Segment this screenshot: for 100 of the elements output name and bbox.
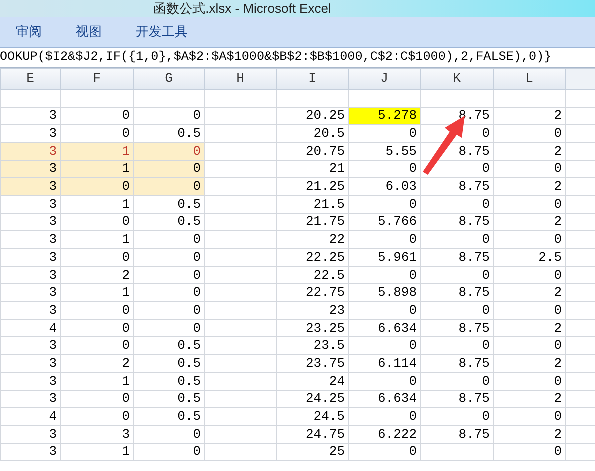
table-cell[interactable]: 3 [0,266,60,284]
table-cell[interactable]: 23.25 [276,319,348,337]
table-cell[interactable]: 8.75 [420,354,494,372]
table-cell[interactable]: 21.25 [276,178,348,196]
column-header[interactable]: J [348,68,420,89]
table-cell[interactable]: 3 [0,178,60,196]
table-cell[interactable]: 0 [420,195,494,214]
table-cell[interactable]: 3 [0,124,60,142]
table-cell[interactable]: 21.75 [276,213,348,231]
table-cell[interactable]: 22 [276,230,348,248]
table-cell[interactable]: 0 [134,248,204,266]
table-cell[interactable]: 0 [134,107,204,125]
table-cell[interactable]: 0 [134,142,204,160]
table-cell[interactable]: 2 [494,142,566,160]
table-cell[interactable]: 4 [0,408,60,426]
table-cell[interactable]: 2 [494,319,566,337]
table-cell[interactable]: 3 [0,390,60,408]
table-cell[interactable]: 0 [420,336,494,355]
table-cell[interactable]: 0.5 [134,408,204,426]
table-cell[interactable]: 3 [0,302,60,320]
table-cell[interactable]: 0 [60,390,134,408]
table-cell[interactable]: 0 [494,124,566,142]
table-cell[interactable]: 0 [60,107,134,125]
column-header[interactable]: L [494,68,566,89]
table-cell[interactable]: 22.75 [276,284,348,302]
table-cell[interactable]: 6.222 [348,425,420,444]
table-cell[interactable]: 0.5 [134,354,204,372]
table-cell[interactable]: 0 [134,319,204,337]
table-cell[interactable]: 1 [60,284,134,302]
table-cell[interactable]: 8.75 [420,390,494,408]
table-cell[interactable]: 2 [494,213,566,231]
table-cell[interactable]: 3 [0,425,60,444]
table-cell[interactable]: 0 [134,425,204,444]
table-cell[interactable]: 0.5 [134,213,204,231]
table-cell[interactable]: 0 [60,124,134,142]
table-cell[interactable]: 5.898 [348,284,420,302]
table-cell[interactable]: 3 [0,142,60,160]
table-cell[interactable]: 0.5 [134,124,204,142]
table-cell[interactable]: 0.5 [134,390,204,408]
table-cell[interactable]: 3 [0,107,60,125]
table-cell[interactable]: 2.5 [494,248,566,266]
table-cell[interactable]: 0 [60,178,134,196]
table-cell[interactable]: 0 [420,266,494,284]
table-cell[interactable]: 2 [494,354,566,372]
table-cell[interactable]: 3 [0,372,60,390]
table-cell[interactable]: 0 [348,195,420,214]
table-cell[interactable]: 0 [420,302,494,320]
table-cell[interactable]: 3 [0,443,60,461]
table-cell[interactable]: 2 [494,107,566,125]
table-cell[interactable]: 0 [494,195,566,214]
table-cell[interactable]: 0 [60,248,134,266]
table-cell[interactable]: 1 [60,230,134,248]
table-cell[interactable]: 3 [0,195,60,214]
table-cell[interactable]: 23.5 [276,336,348,355]
table-cell[interactable]: 0 [494,443,566,461]
table-cell[interactable]: 24.75 [276,425,348,444]
ribbon-tab[interactable]: 开发工具 [124,19,200,45]
table-cell[interactable]: 20.25 [276,107,348,125]
table-cell[interactable]: 5.961 [348,248,420,266]
table-cell[interactable]: 0 [60,319,134,337]
table-cell[interactable]: 0 [134,230,204,248]
table-cell[interactable]: 21 [276,160,348,178]
table-cell[interactable]: 2 [60,354,134,372]
table-cell[interactable]: 0 [348,302,420,320]
table-cell[interactable]: 3 [60,425,134,444]
table-cell[interactable]: 8.75 [420,319,494,337]
table-cell[interactable]: 23.75 [276,354,348,372]
table-cell[interactable]: 1 [60,372,134,390]
table-cell[interactable]: 1 [60,443,134,461]
table-cell[interactable]: 0 [348,408,420,426]
table-cell[interactable]: 0.5 [134,372,204,390]
table-cell[interactable]: 0 [348,443,420,461]
table-cell[interactable]: 20.5 [276,124,348,142]
table-cell[interactable]: 5.55 [348,142,420,160]
table-cell[interactable]: 3 [0,160,60,178]
ribbon-tab[interactable]: 视图 [64,19,114,45]
table-cell[interactable]: 3 [0,248,60,266]
table-cell[interactable]: 0 [60,336,134,355]
column-header[interactable]: F [60,68,134,89]
table-cell[interactable]: 0 [134,443,204,461]
table-cell[interactable]: 0.5 [134,195,204,214]
column-header[interactable]: E [0,68,60,89]
table-cell[interactable]: 3 [0,213,60,231]
table-cell[interactable]: 25 [276,443,348,461]
column-header[interactable]: I [276,68,348,89]
column-header[interactable]: G [134,68,204,89]
table-cell[interactable]: 0 [494,372,566,390]
table-cell[interactable]: 0 [494,230,566,248]
table-cell[interactable]: 22.25 [276,248,348,266]
table-cell[interactable]: 0 [60,408,134,426]
table-cell[interactable]: 20.75 [276,142,348,160]
table-cell[interactable]: 8.75 [420,425,494,444]
table-cell[interactable]: 24.25 [276,390,348,408]
ribbon-tab[interactable]: 审阅 [4,19,54,45]
formula-field[interactable]: OOKUP($I2&$J2,IF({1,0},$A$2:$A$1000&$B$2:$B$1000,C$2:C$1000),2,FALSE),0)} [0,51,552,64]
column-header[interactable]: H [204,68,276,89]
table-cell[interactable]: 0 [348,266,420,284]
table-cell[interactable]: 0 [134,302,204,320]
table-cell[interactable]: 0 [60,302,134,320]
table-cell[interactable]: 5.766 [348,213,420,231]
